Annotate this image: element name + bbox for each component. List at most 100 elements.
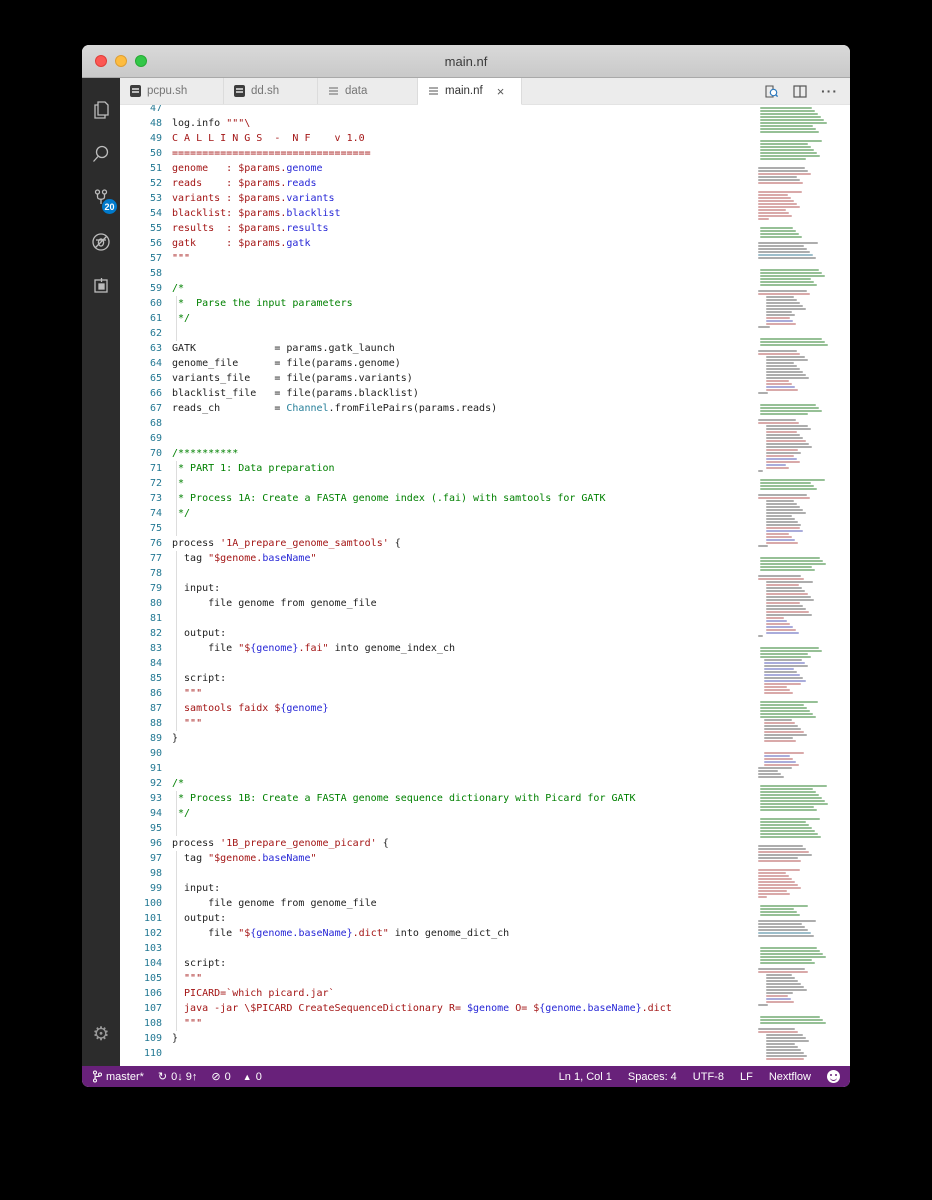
search-icon[interactable] xyxy=(82,132,120,176)
line-number[interactable]: 80 xyxy=(120,596,162,611)
code-line[interactable]: 101 output: xyxy=(120,911,754,926)
code-line[interactable]: 92 /* xyxy=(120,776,754,791)
line-number[interactable]: 65 xyxy=(120,371,162,386)
line-number[interactable]: 83 xyxy=(120,641,162,656)
line-number[interactable]: 94 xyxy=(120,806,162,821)
code-line[interactable]: 81 xyxy=(120,611,754,626)
code-line[interactable]: 91 xyxy=(120,761,754,776)
line-number[interactable]: 93 xyxy=(120,791,162,806)
git-branch-status[interactable]: master* xyxy=(92,1070,144,1083)
code-line[interactable]: 80 file genome from genome_file xyxy=(120,596,754,611)
line-number[interactable]: 92 xyxy=(120,776,162,791)
minimize-window-button[interactable] xyxy=(115,55,127,67)
code-line[interactable]: 53 variants : $params.variants xyxy=(120,191,754,206)
line-number[interactable]: 89 xyxy=(120,731,162,746)
code-line[interactable]: 90 xyxy=(120,746,754,761)
code-line[interactable]: 73 * Process 1A: Create a FASTA genome i… xyxy=(120,491,754,506)
line-number[interactable]: 48 xyxy=(120,116,162,131)
code-line[interactable]: 106 PICARD=`which picard.jar` xyxy=(120,986,754,1001)
errors-status[interactable]: ⊘ 0 ▲ 0 xyxy=(211,1070,261,1084)
line-number[interactable]: 96 xyxy=(120,836,162,851)
line-number[interactable]: 95 xyxy=(120,821,162,836)
line-number[interactable]: 47 xyxy=(120,105,162,116)
code-line[interactable]: 98 xyxy=(120,866,754,881)
line-number[interactable]: 55 xyxy=(120,221,162,236)
line-number[interactable]: 99 xyxy=(120,881,162,896)
eol-sequence[interactable]: LF xyxy=(740,1071,753,1083)
line-number[interactable]: 70 xyxy=(120,446,162,461)
line-number[interactable]: 88 xyxy=(120,716,162,731)
code-line[interactable]: 107 java -jar \$PICARD CreateSequenceDic… xyxy=(120,1001,754,1016)
line-number[interactable]: 81 xyxy=(120,611,162,626)
split-editor-icon[interactable] xyxy=(793,84,807,98)
code-line[interactable]: 72 * xyxy=(120,476,754,491)
line-number[interactable]: 62 xyxy=(120,326,162,341)
tab-data[interactable]: data xyxy=(318,78,418,104)
code-line[interactable]: 89} xyxy=(120,731,754,746)
line-number[interactable]: 52 xyxy=(120,176,162,191)
close-tab-icon[interactable]: × xyxy=(497,85,505,98)
line-number[interactable]: 108 xyxy=(120,1016,162,1031)
code-line[interactable]: 79 input: xyxy=(120,581,754,596)
line-number[interactable]: 79 xyxy=(120,581,162,596)
line-number[interactable]: 76 xyxy=(120,536,162,551)
code-line[interactable]: 66 blacklist_file = file(params.blacklist… xyxy=(120,386,754,401)
line-number[interactable]: 49 xyxy=(120,131,162,146)
explorer-icon[interactable] xyxy=(82,88,120,132)
code-line[interactable]: 83 file "${genome}.fai" into genome_inde… xyxy=(120,641,754,656)
code-line[interactable]: 64 genome_file = file(params.genome) xyxy=(120,356,754,371)
tab-main-nf[interactable]: main.nf × xyxy=(418,78,522,105)
code-line[interactable]: 58 xyxy=(120,266,754,281)
line-number[interactable]: 73 xyxy=(120,491,162,506)
line-number[interactable]: 68 xyxy=(120,416,162,431)
code-line[interactable]: 47 xyxy=(120,105,754,116)
line-number[interactable]: 90 xyxy=(120,746,162,761)
line-number[interactable]: 100 xyxy=(120,896,162,911)
line-number[interactable]: 56 xyxy=(120,236,162,251)
line-number[interactable]: 103 xyxy=(120,941,162,956)
extensions-icon[interactable] xyxy=(82,264,120,308)
line-number[interactable]: 64 xyxy=(120,356,162,371)
code-line[interactable]: 67 reads_ch = Channel.fromFilePairs(param… xyxy=(120,401,754,416)
code-line[interactable]: 54 blacklist: $params.blacklist xyxy=(120,206,754,221)
code-line[interactable]: 74 */ xyxy=(120,506,754,521)
open-changes-icon[interactable] xyxy=(763,84,779,99)
line-number[interactable]: 60 xyxy=(120,296,162,311)
code-line[interactable]: 69 xyxy=(120,431,754,446)
code-line[interactable]: 63 GATK = params.gatk_launch xyxy=(120,341,754,356)
line-number[interactable]: 51 xyxy=(120,161,162,176)
debug-icon[interactable] xyxy=(82,220,120,264)
more-actions-icon[interactable]: ··· xyxy=(821,83,838,99)
code-line[interactable]: 110 xyxy=(120,1046,754,1061)
code-line[interactable]: 88 """ xyxy=(120,716,754,731)
code-line[interactable]: 104 script: xyxy=(120,956,754,971)
code-line[interactable]: 51 genome : $params.genome xyxy=(120,161,754,176)
line-number[interactable]: 66 xyxy=(120,386,162,401)
code-line[interactable]: 50 ================================= xyxy=(120,146,754,161)
tab-dd-sh[interactable]: dd.sh xyxy=(224,78,318,104)
code-editor[interactable]: 47 48 log.info """\ 49 C A L L I N G S - N F… xyxy=(120,105,850,1066)
line-number[interactable]: 54 xyxy=(120,206,162,221)
settings-gear-icon[interactable]: ⚙ xyxy=(82,1014,120,1054)
tab-pcpu-sh[interactable]: pcpu.sh xyxy=(120,78,224,104)
line-number[interactable]: 98 xyxy=(120,866,162,881)
line-number[interactable]: 91 xyxy=(120,761,162,776)
code-line[interactable]: 77 tag "$genome.baseName" xyxy=(120,551,754,566)
code-line[interactable]: 105 """ xyxy=(120,971,754,986)
code-line[interactable]: 61 */ xyxy=(120,311,754,326)
line-number[interactable]: 84 xyxy=(120,656,162,671)
encoding[interactable]: UTF-8 xyxy=(693,1071,724,1083)
line-number[interactable]: 87 xyxy=(120,701,162,716)
sync-status[interactable]: ↻ 0↓ 9↑ xyxy=(158,1070,198,1084)
code-line[interactable]: 49 C A L L I N G S - N F v 1.0 xyxy=(120,131,754,146)
line-number[interactable]: 61 xyxy=(120,311,162,326)
language-mode[interactable]: Nextflow xyxy=(769,1071,811,1083)
minimap[interactable] xyxy=(758,107,844,1066)
line-number[interactable]: 107 xyxy=(120,1001,162,1016)
code-line[interactable]: 60 * Parse the input parameters xyxy=(120,296,754,311)
code-line[interactable]: 82 output: xyxy=(120,626,754,641)
line-number[interactable]: 71 xyxy=(120,461,162,476)
code-line[interactable]: 68 xyxy=(120,416,754,431)
code-line[interactable]: 95 xyxy=(120,821,754,836)
line-number[interactable]: 86 xyxy=(120,686,162,701)
